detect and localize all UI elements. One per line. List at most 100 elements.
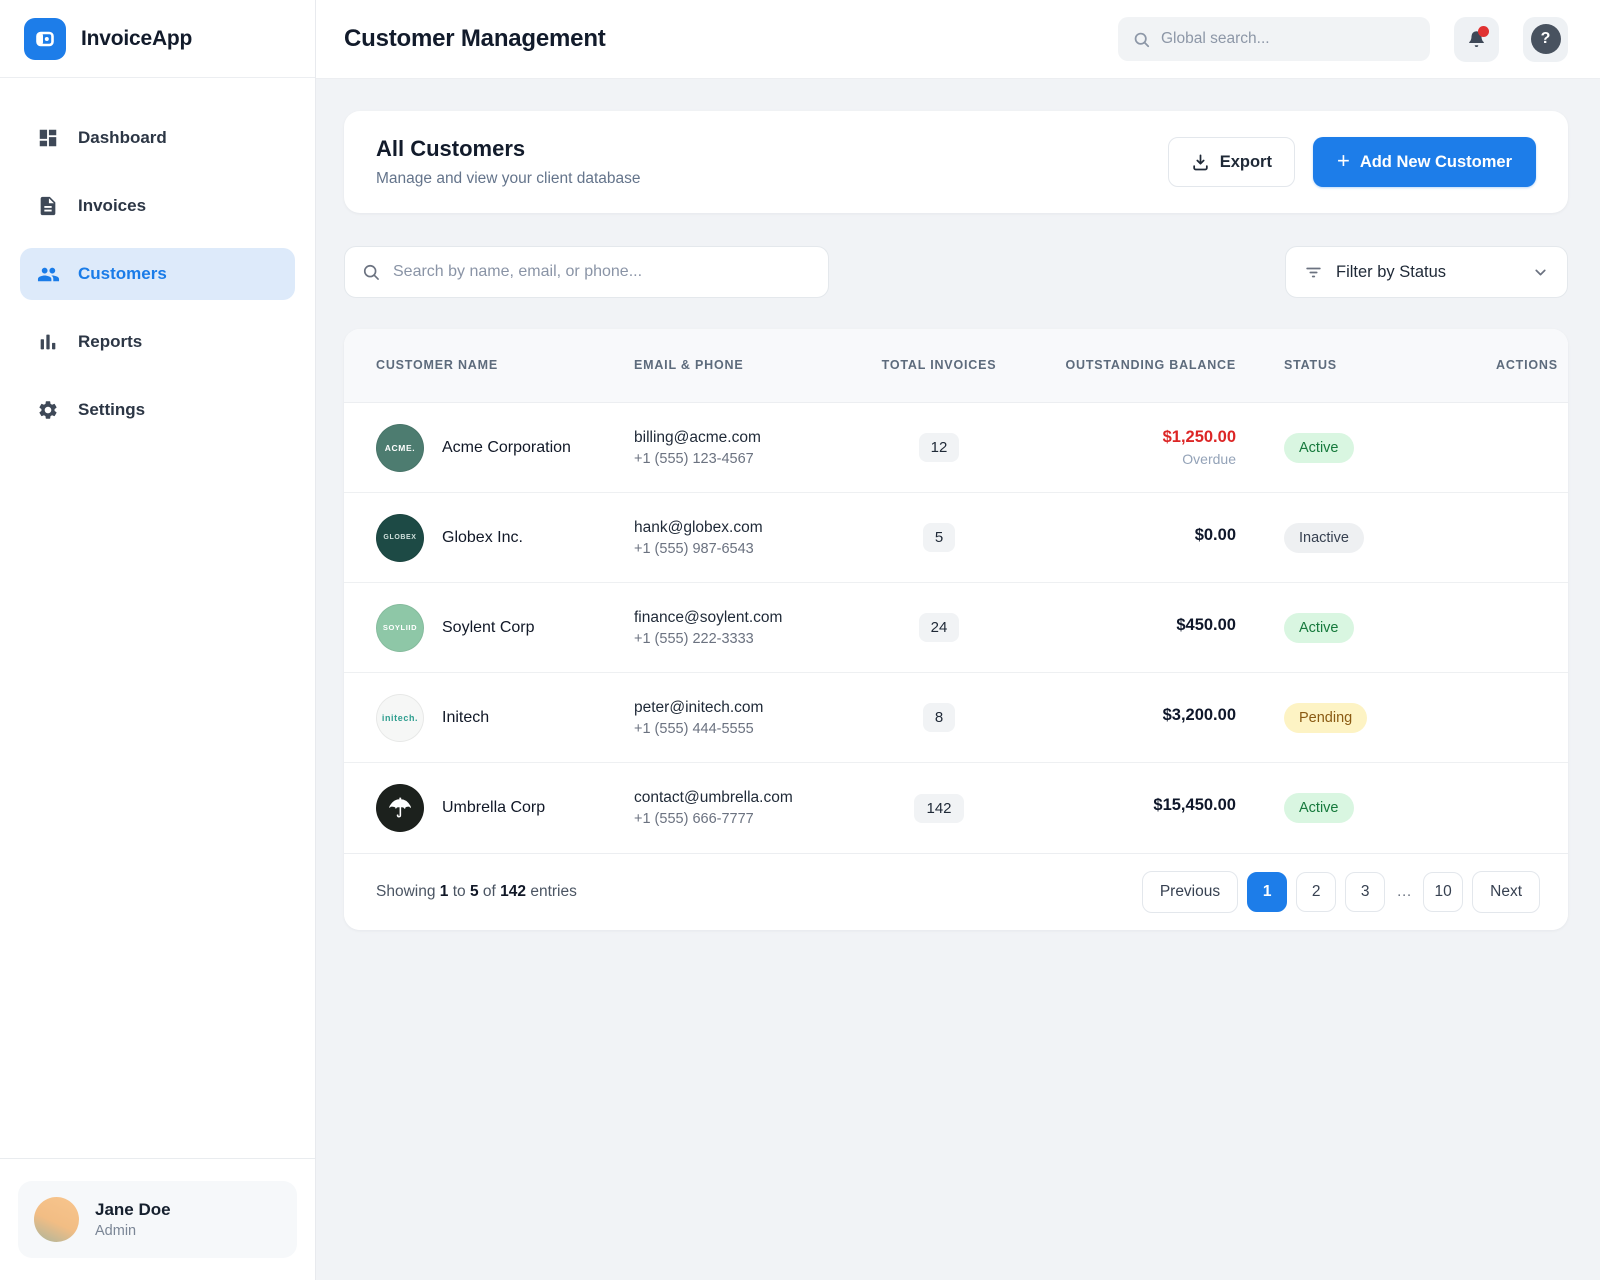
user-info: Jane Doe Admin <box>95 1200 171 1239</box>
sidebar-nav: Dashboard Invoices Customers Reports Set… <box>0 78 315 1158</box>
entries-word: entries <box>530 883 577 900</box>
customer-phone: +1 (555) 222-3333 <box>634 631 874 647</box>
invoice-count-badge: 5 <box>923 523 955 552</box>
table-row: ACME. Acme Corporation billing@acme.com … <box>344 403 1568 493</box>
status-cell: Active <box>1244 613 1496 643</box>
balance-amount: $15,450.00 <box>1004 796 1236 815</box>
customers-table-card: Customer Name Email & Phone Total Invoic… <box>344 329 1568 930</box>
brand: InvoiceApp <box>0 0 315 78</box>
company-logo-avatar: ACME. <box>376 424 424 472</box>
invoices-cell: 8 <box>874 703 1004 732</box>
page-button-2[interactable]: 2 <box>1296 872 1336 912</box>
next-page-button[interactable]: Next <box>1472 871 1540 913</box>
invoices-cell: 5 <box>874 523 1004 552</box>
filter-icon <box>1304 263 1323 282</box>
pagination-ellipsis: … <box>1394 871 1414 913</box>
status-badge: Active <box>1284 793 1354 823</box>
of-word: of <box>483 883 496 900</box>
status-cell: Active <box>1244 793 1496 823</box>
customer-email: hank@globex.com <box>634 519 874 537</box>
sidebar-item-invoices[interactable]: Invoices <box>20 180 295 232</box>
to-word: to <box>453 883 466 900</box>
customer-search-input[interactable] <box>393 263 812 281</box>
sidebar-item-label: Invoices <box>78 196 146 216</box>
page-content: All Customers Manage and view your clien… <box>316 79 1600 1280</box>
sidebar-item-dashboard[interactable]: Dashboard <box>20 112 295 164</box>
table-row: ☂ Umbrella Corp contact@umbrella.com +1 … <box>344 763 1568 853</box>
top-header: Customer Management ? <box>316 0 1600 79</box>
user-name: Jane Doe <box>95 1200 171 1220</box>
sidebar-footer: Jane Doe Admin <box>0 1158 315 1280</box>
balance-sublabel <box>1004 819 1236 820</box>
company-logo-avatar umbrella-icon: ☂ <box>376 784 424 832</box>
sidebar-item-settings[interactable]: Settings <box>20 384 295 436</box>
user-profile[interactable]: Jane Doe Admin <box>18 1181 297 1258</box>
app-logo-icon <box>24 18 66 60</box>
export-button[interactable]: Export <box>1168 137 1295 187</box>
customers-table: Customer Name Email & Phone Total Invoic… <box>344 329 1568 853</box>
previous-page-button[interactable]: Previous <box>1142 871 1238 913</box>
status-badge: Active <box>1284 433 1354 463</box>
customer-phone: +1 (555) 444-5555 <box>634 721 874 737</box>
customer-email: contact@umbrella.com <box>634 789 874 807</box>
company-logo-avatar: initech. <box>376 694 424 742</box>
status-filter-dropdown[interactable]: Filter by Status <box>1285 246 1568 298</box>
entries-total: 142 <box>500 883 526 900</box>
column-header-total-invoices: Total Invoices <box>874 356 1004 375</box>
balance-cell: $0.00 <box>1004 526 1244 550</box>
sidebar-item-label: Dashboard <box>78 128 167 148</box>
sidebar-item-reports[interactable]: Reports <box>20 316 295 368</box>
customer-name-cell: ☂ Umbrella Corp <box>376 784 634 832</box>
global-search-input[interactable] <box>1161 30 1416 48</box>
global-search <box>1118 17 1430 61</box>
page-button-3[interactable]: 3 <box>1345 872 1385 912</box>
customer-phone: +1 (555) 123-4567 <box>634 451 874 467</box>
add-new-customer-button[interactable]: + Add New Customer <box>1313 137 1536 187</box>
sidebar-item-label: Reports <box>78 332 142 352</box>
page-button-1[interactable]: 1 <box>1247 872 1287 912</box>
export-label: Export <box>1220 153 1272 172</box>
sidebar-item-label: Customers <box>78 264 167 284</box>
customer-email: peter@initech.com <box>634 699 874 717</box>
entries-to: 5 <box>470 883 479 900</box>
status-badge: Active <box>1284 613 1354 643</box>
help-icon: ? <box>1531 24 1561 54</box>
customer-email: billing@acme.com <box>634 429 874 447</box>
customer-name: Initech <box>442 706 489 730</box>
notifications-button[interactable] <box>1454 17 1499 62</box>
customer-search <box>344 246 829 298</box>
column-header-status: Status <box>1244 356 1496 375</box>
customer-phone: +1 (555) 987-6543 <box>634 541 874 557</box>
table-footer: Showing 1 to 5 of 142 entries Previous 1… <box>344 853 1568 930</box>
customer-name: Umbrella Corp <box>442 796 545 820</box>
contact-cell: billing@acme.com +1 (555) 123-4567 <box>634 429 874 467</box>
sidebar-item-label: Settings <box>78 400 145 420</box>
status-badge: Inactive <box>1284 523 1364 553</box>
all-customers-card: All Customers Manage and view your clien… <box>344 111 1568 213</box>
contact-cell: peter@initech.com +1 (555) 444-5555 <box>634 699 874 737</box>
customer-name: Soylent Corp <box>442 616 535 640</box>
balance-sublabel: Overdue <box>1004 451 1236 467</box>
page-button-10[interactable]: 10 <box>1423 872 1463 912</box>
dashboard-icon <box>36 126 60 150</box>
help-button[interactable]: ? <box>1523 17 1568 62</box>
sidebar: InvoiceApp Dashboard Invoices Customers … <box>0 0 316 1280</box>
page-title: Customer Management <box>344 25 606 53</box>
balance-sublabel <box>1004 729 1236 730</box>
contact-cell: finance@soylent.com +1 (555) 222-3333 <box>634 609 874 647</box>
company-logo-avatar: SOYLIID <box>376 604 424 652</box>
balance-sublabel <box>1004 639 1236 640</box>
column-header-actions: Actions <box>1496 356 1568 375</box>
plus-icon: + <box>1337 150 1350 172</box>
gear-icon <box>36 398 60 422</box>
status-cell: Inactive <box>1244 523 1496 553</box>
notification-badge <box>1478 26 1489 37</box>
sidebar-item-customers[interactable]: Customers <box>20 248 295 300</box>
balance-amount: $3,200.00 <box>1004 706 1236 725</box>
card-title: All Customers <box>376 136 641 162</box>
contact-cell: hank@globex.com +1 (555) 987-6543 <box>634 519 874 557</box>
table-row: SOYLIID Soylent Corp finance@soylent.com… <box>344 583 1568 673</box>
invoice-count-badge: 142 <box>914 794 963 823</box>
entries-from: 1 <box>440 883 449 900</box>
search-icon <box>1132 30 1151 49</box>
